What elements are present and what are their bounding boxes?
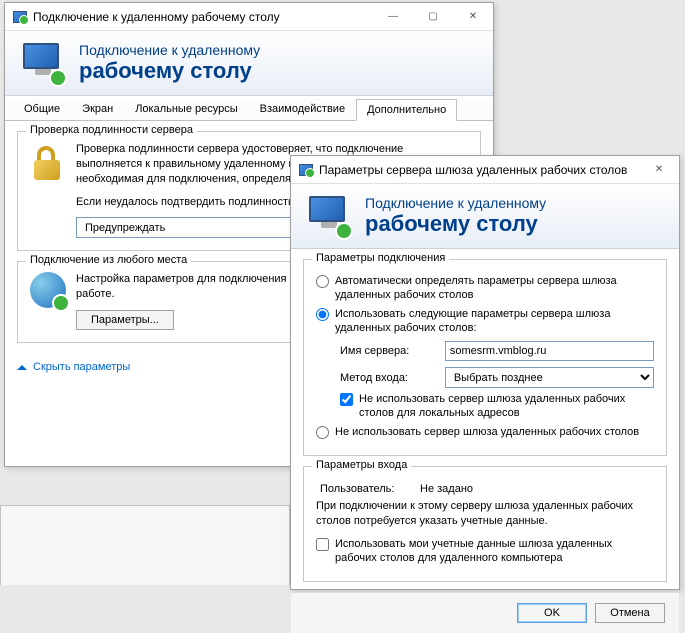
use-creds-label: Использовать мои учетные данные шлюза уд… — [335, 537, 654, 566]
user-label: Пользователь: — [320, 483, 410, 495]
radio-auto-label: Автоматически определять параметры серве… — [335, 274, 654, 303]
anywhere-legend: Подключение из любого места — [26, 254, 191, 266]
use-creds-checkbox[interactable] — [316, 538, 329, 551]
tab-general[interactable]: Общие — [13, 98, 71, 120]
bypass-local-label: Не использовать сервер шлюза удаленных р… — [359, 392, 654, 421]
radio-auto[interactable] — [316, 275, 329, 288]
login-groupbox: Параметры входа Пользователь: Не задано … — [303, 466, 667, 582]
bypass-local-row[interactable]: Не использовать сервер шлюза удаленных р… — [340, 392, 654, 421]
login-legend: Параметры входа — [312, 459, 411, 471]
radio-none[interactable] — [316, 426, 329, 439]
use-creds-row[interactable]: Использовать мои учетные данные шлюза уд… — [316, 537, 654, 566]
rdp-titlebar-icon — [299, 164, 313, 176]
gateway-titlebar[interactable]: Параметры сервера шлюза удаленных рабочи… — [291, 156, 679, 184]
auth-legend: Проверка подлинности сервера — [26, 124, 197, 136]
conn-legend: Параметры подключения — [312, 252, 449, 264]
gateway-banner: Подключение к удаленному рабочему столу — [291, 184, 679, 249]
tab-experience[interactable]: Взаимодействие — [249, 98, 356, 120]
gw-banner-line2: рабочему столу — [365, 211, 546, 237]
banner-line1: Подключение к удаленному — [79, 42, 260, 58]
tab-advanced[interactable]: Дополнительно — [356, 99, 457, 121]
hide-options-label: Скрыть параметры — [33, 361, 130, 373]
radio-use[interactable] — [316, 308, 329, 321]
conn-groupbox: Параметры подключения Автоматически опре… — [303, 259, 667, 456]
auth-action-dropdown[interactable]: Предупреждать — [76, 217, 306, 238]
close-button[interactable]: ✕ — [453, 3, 493, 31]
radio-none-row[interactable]: Не использовать сервер шлюза удаленных р… — [316, 425, 654, 439]
banner-line2: рабочему столу — [79, 58, 260, 84]
main-tabs: Общие Экран Локальные ресурсы Взаимодейс… — [5, 98, 493, 121]
radio-use-label: Использовать следующие параметры сервера… — [335, 307, 654, 336]
ok-button[interactable]: OK — [517, 603, 587, 623]
cancel-button[interactable]: Отмена — [595, 603, 665, 623]
main-banner: Подключение к удаленному рабочему столу — [5, 31, 493, 96]
tab-local[interactable]: Локальные ресурсы — [124, 98, 248, 120]
server-name-label: Имя сервера: — [340, 345, 435, 357]
rdp-banner-icon — [21, 41, 65, 85]
gateway-settings-button[interactable]: Параметры... — [76, 310, 174, 330]
main-titlebar[interactable]: Подключение к удаленному рабочему столу … — [5, 3, 493, 31]
server-name-input[interactable] — [445, 341, 654, 361]
lock-icon — [30, 142, 66, 182]
gw-banner-line1: Подключение к удаленному — [365, 195, 546, 211]
login-method-label: Метод входа: — [340, 372, 435, 384]
radio-auto-row[interactable]: Автоматически определять параметры серве… — [316, 274, 654, 303]
login-method-dropdown[interactable]: Выбрать позднее — [445, 367, 654, 388]
gateway-window-title: Параметры сервера шлюза удаленных рабочи… — [319, 163, 627, 177]
close-button[interactable]: ✕ — [639, 156, 679, 184]
radio-use-row[interactable]: Использовать следующие параметры сервера… — [316, 307, 654, 336]
gateway-dialog: Параметры сервера шлюза удаленных рабочи… — [290, 155, 680, 590]
rdp-banner-icon — [307, 194, 351, 238]
login-info: При подключении к этому серверу шлюза уд… — [316, 499, 654, 529]
minimize-button[interactable]: — — [373, 3, 413, 31]
bypass-local-checkbox[interactable] — [340, 393, 353, 406]
radio-none-label: Не использовать сервер шлюза удаленных р… — [335, 425, 639, 439]
maximize-button[interactable]: ▢ — [413, 3, 453, 31]
background-window — [0, 505, 290, 585]
dialog-buttons: OK Отмена — [291, 592, 679, 633]
tab-display[interactable]: Экран — [71, 98, 124, 120]
rdp-titlebar-icon — [13, 11, 27, 23]
globe-icon — [30, 272, 66, 308]
chevron-up-icon — [17, 365, 27, 370]
main-window-title: Подключение к удаленному рабочему столу — [33, 10, 280, 24]
user-value: Не задано — [420, 483, 473, 495]
